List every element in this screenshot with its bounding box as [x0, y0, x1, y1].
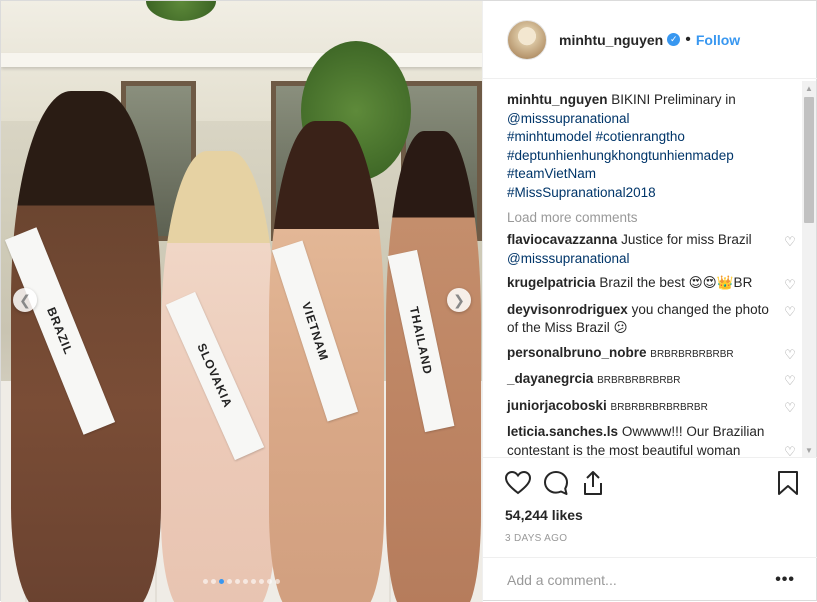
comment-heart-icon[interactable]: ♡ — [783, 443, 797, 457]
photo-beam — [1, 53, 482, 67]
post-timestamp: 3 DAYS AGO — [505, 533, 568, 544]
comments-list[interactable]: minhtu_nguyen BIKINI Preliminary in @mis… — [483, 79, 817, 457]
sash-label: THAILAND — [406, 305, 436, 377]
share-icon[interactable] — [581, 468, 613, 498]
comment-item: krugelpatricia Brazil the best 😍😍👑BR ♡ — [507, 274, 797, 295]
carousel-dot — [275, 579, 280, 584]
instagram-post-modal: BRAZIL SLOVAKIA VIETNAM THAILAND ❮ ❯ min… — [0, 0, 817, 602]
comment-heart-icon[interactable]: ♡ — [783, 276, 797, 295]
comment-username[interactable]: _dayanegrcia — [507, 371, 593, 386]
chevron-left-icon: ❮ — [19, 291, 31, 308]
post-username[interactable]: minhtu_nguyen — [559, 32, 663, 48]
carousel-dot — [203, 579, 208, 584]
comment-text: Justice for miss Brazil — [621, 232, 752, 247]
carousel-dot — [227, 579, 232, 584]
caption-hashtags[interactable]: #MissSupranational2018 — [507, 184, 797, 203]
likes-count[interactable]: 54,244 likes — [505, 507, 799, 523]
sash-label: BRAZIL — [44, 305, 76, 357]
comment-bubble-icon[interactable] — [543, 468, 575, 498]
chevron-right-icon: ❯ — [453, 291, 465, 308]
carousel-dot — [243, 579, 248, 584]
carousel-next-button[interactable]: ❯ — [447, 288, 471, 312]
comments-scrollbar[interactable]: ▲ ▼ — [802, 81, 816, 457]
comment-text: BRBRBRBRBRBR — [650, 348, 734, 360]
comment-text: Brazil the best 😍😍👑BR — [599, 275, 753, 290]
post-header: minhtu_nguyen ✓ • Follow — [483, 1, 817, 79]
post-photo[interactable]: BRAZIL SLOVAKIA VIETNAM THAILAND ❮ ❯ — [1, 1, 482, 602]
more-options-icon[interactable]: ••• — [775, 571, 795, 589]
comment-item: deyvisonrodriguex you changed the photo … — [507, 301, 797, 338]
comment-username[interactable]: krugelpatricia — [507, 275, 596, 290]
caption-text: BIKINI Preliminary in — [611, 92, 736, 107]
scroll-down-icon[interactable]: ▼ — [802, 443, 816, 457]
post-caption: minhtu_nguyen BIKINI Preliminary in @mis… — [507, 91, 797, 202]
comment-item: leticia.sanches.ls Owwww!!! Our Brazilia… — [507, 423, 797, 457]
contestant-brazil — [11, 91, 161, 602]
carousel-dot — [219, 579, 224, 584]
comment-text: BRBRBRBRBRBRBR — [610, 401, 708, 413]
load-more-comments-button[interactable]: Load more comments — [507, 210, 797, 225]
comment-heart-icon[interactable]: ♡ — [783, 233, 797, 268]
post-sidebar: minhtu_nguyen ✓ • Follow minhtu_nguyen B… — [482, 1, 817, 602]
comment-item: flaviocavazzanna Justice for miss Brazil… — [507, 231, 797, 268]
add-comment-input[interactable] — [507, 572, 776, 588]
caption-hashtags[interactable]: #deptunhienhungkhongtunhienmadep — [507, 147, 797, 166]
carousel-indicator — [1, 579, 482, 584]
caption-mention[interactable]: @misssupranational — [507, 110, 797, 129]
caption-username[interactable]: minhtu_nguyen — [507, 92, 608, 107]
follow-button[interactable]: Follow — [696, 32, 740, 48]
comment-item: _dayanegrcia BRBRBRBRBRBR ♡ — [507, 370, 797, 391]
carousel-dot — [267, 579, 272, 584]
comment-item: juniorjacoboski BRBRBRBRBRBRBR ♡ — [507, 397, 797, 418]
comment-heart-icon[interactable]: ♡ — [783, 372, 797, 391]
comment-username[interactable]: leticia.sanches.ls — [507, 424, 618, 439]
bookmark-icon[interactable] — [767, 468, 799, 498]
carousel-dot — [211, 579, 216, 584]
comment-heart-icon[interactable]: ♡ — [783, 399, 797, 418]
heart-icon[interactable] — [505, 468, 537, 498]
carousel-prev-button[interactable]: ❮ — [13, 288, 37, 312]
carousel-dot — [259, 579, 264, 584]
comment-username[interactable]: juniorjacoboski — [507, 398, 607, 413]
add-comment-bar: ••• — [483, 557, 817, 602]
scroll-up-icon[interactable]: ▲ — [802, 81, 816, 95]
header-separator: • — [685, 30, 691, 48]
carousel-dot — [251, 579, 256, 584]
caption-hashtags[interactable]: #minhtumodel #cotienrangtho — [507, 128, 797, 147]
post-actions: 54,244 likes 3 DAYS AGO — [483, 457, 817, 544]
caption-hashtags[interactable]: #teamVietNam — [507, 165, 797, 184]
comment-item: personalbruno_nobre BRBRBRBRBRBR ♡ — [507, 344, 797, 365]
verified-badge-icon: ✓ — [667, 33, 681, 46]
comment-text: BRBRBRBRBRBR — [597, 375, 681, 386]
comment-username[interactable]: personalbruno_nobre — [507, 345, 647, 360]
comment-heart-icon[interactable]: ♡ — [783, 303, 797, 338]
comment-username[interactable]: deyvisonrodriguex — [507, 302, 628, 317]
carousel-dot — [235, 579, 240, 584]
scrollbar-thumb[interactable] — [804, 97, 814, 223]
comment-heart-icon[interactable]: ♡ — [783, 346, 797, 365]
avatar[interactable] — [507, 19, 547, 60]
comment-mention[interactable]: @misssupranational — [507, 251, 630, 266]
comment-username[interactable]: flaviocavazzanna — [507, 232, 617, 247]
